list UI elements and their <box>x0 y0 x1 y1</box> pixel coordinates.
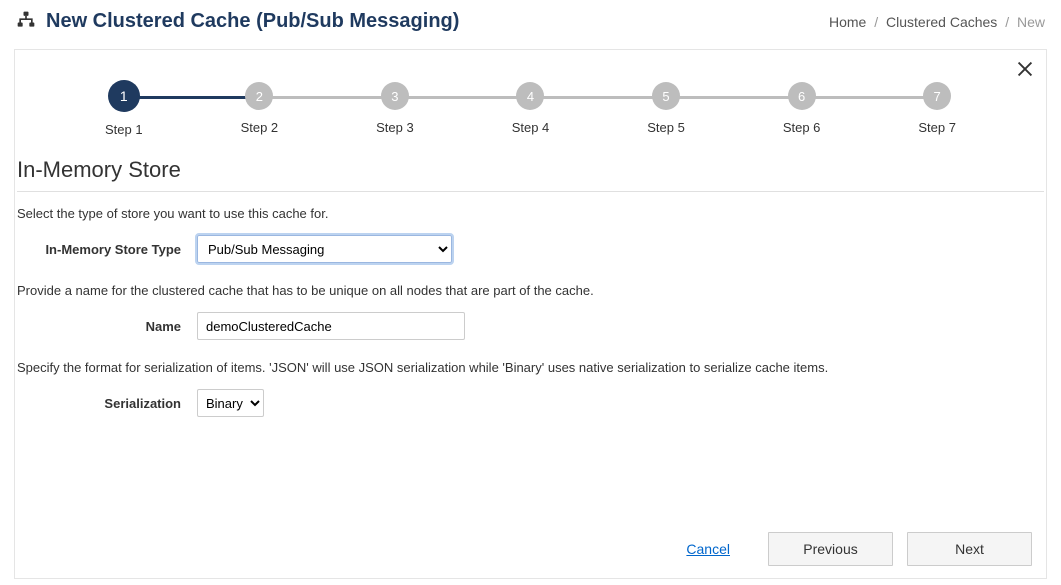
step-3[interactable]: 3 Step 3 <box>376 82 414 135</box>
step-4[interactable]: 4 Step 4 <box>512 82 550 135</box>
store-type-select[interactable]: Pub/Sub Messaging <box>197 235 452 263</box>
cancel-link[interactable]: Cancel <box>686 541 730 557</box>
breadcrumb: Home / Clustered Caches / New <box>829 14 1045 30</box>
step-5[interactable]: 5 Step 5 <box>647 82 685 135</box>
page-title: New Clustered Cache (Pub/Sub Messaging) <box>46 10 459 33</box>
step-1[interactable]: 1 Step 1 <box>105 80 143 137</box>
previous-button[interactable]: Previous <box>768 532 893 566</box>
name-label: Name <box>17 319 197 334</box>
name-description: Provide a name for the clustered cache t… <box>17 283 1044 298</box>
store-type-label: In-Memory Store Type <box>17 242 197 257</box>
serialization-description: Specify the format for serialization of … <box>17 360 1044 375</box>
store-type-description: Select the type of store you want to use… <box>17 206 1044 221</box>
wizard-stepper: 1 Step 1 2 Step 2 3 Step 3 4 Step 4 5 St… <box>15 50 1046 147</box>
serialization-select[interactable]: Binary <box>197 389 264 417</box>
step-6[interactable]: 6 Step 6 <box>783 82 821 135</box>
next-button[interactable]: Next <box>907 532 1032 566</box>
name-input[interactable] <box>197 312 465 340</box>
serialization-label: Serialization <box>17 396 197 411</box>
breadcrumb-current: New <box>1017 14 1045 30</box>
step-2[interactable]: 2 Step 2 <box>241 82 279 135</box>
sitemap-icon <box>16 10 36 33</box>
breadcrumb-home[interactable]: Home <box>829 14 866 30</box>
breadcrumb-clustered-caches[interactable]: Clustered Caches <box>886 14 997 30</box>
close-button[interactable] <box>1014 58 1036 83</box>
step-7[interactable]: 7 Step 7 <box>918 82 956 135</box>
divider <box>17 191 1044 192</box>
section-title: In-Memory Store <box>17 157 1044 183</box>
